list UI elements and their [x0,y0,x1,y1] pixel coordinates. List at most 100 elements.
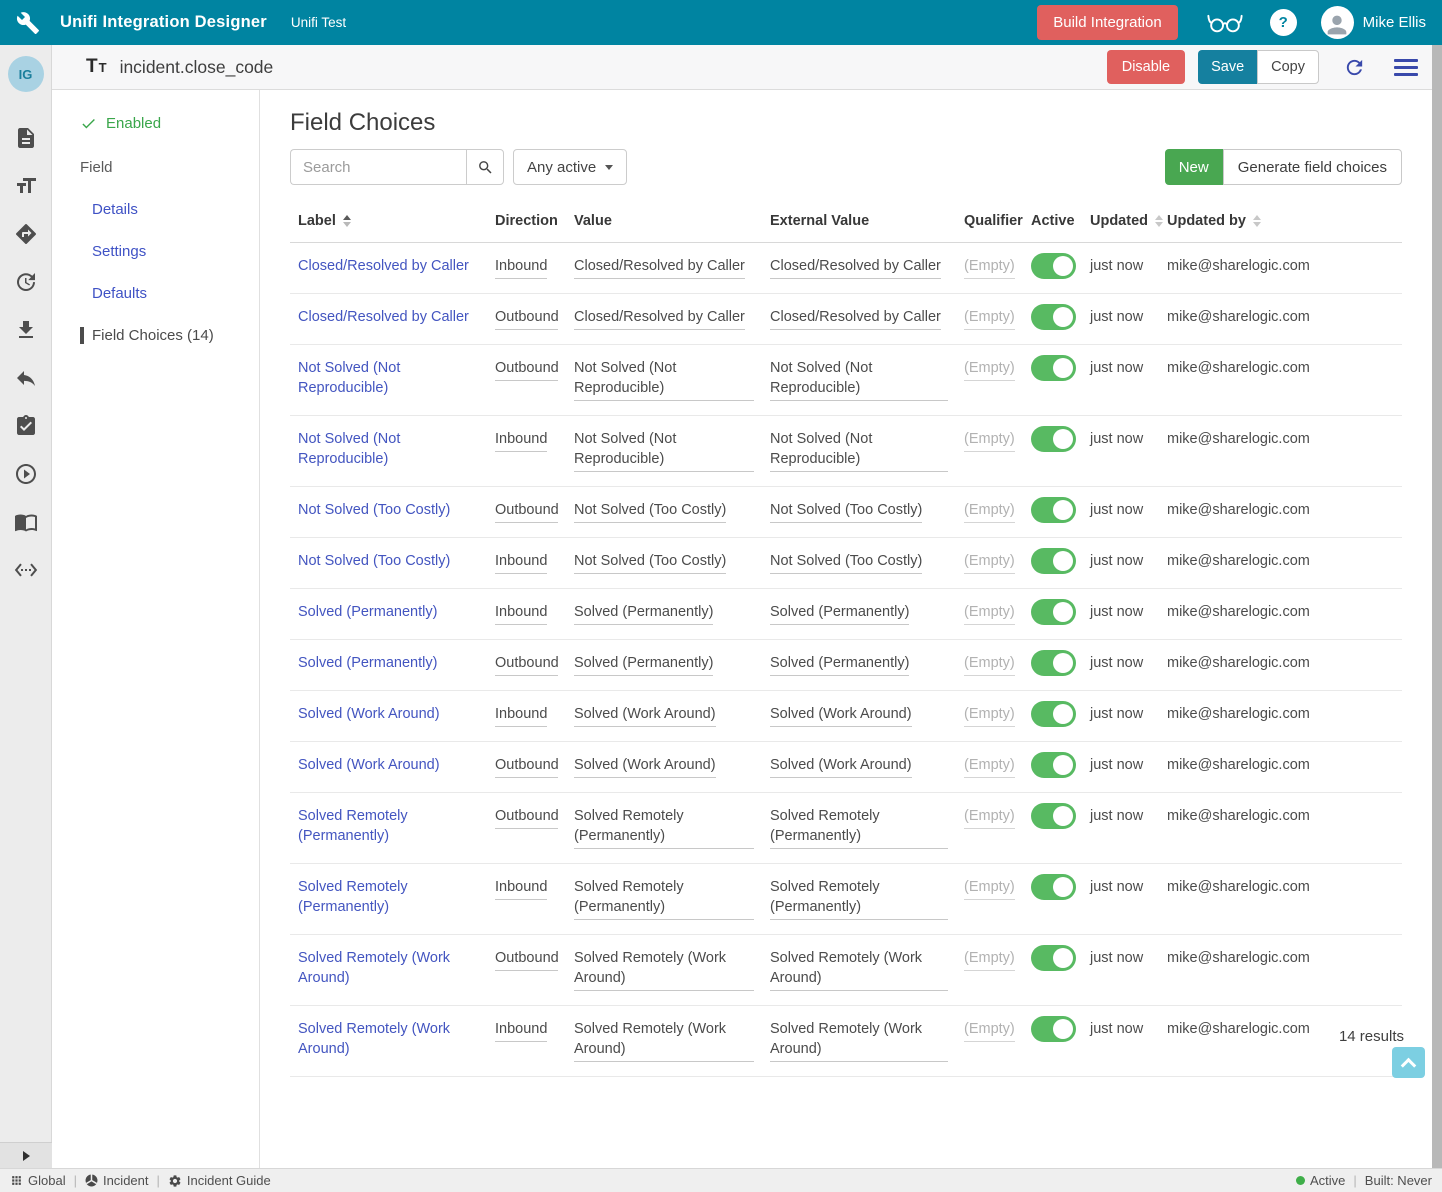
value-field[interactable]: Not Solved (Too Costly) [574,551,726,574]
scroll-to-top-button[interactable] [1392,1047,1425,1078]
active-toggle[interactable] [1031,945,1076,971]
value-field[interactable]: Solved Remotely (Permanently) [574,806,754,849]
preview-glasses-icon[interactable] [1206,12,1244,34]
sidebar-link[interactable]: Defaults [92,285,259,302]
external-value-field[interactable]: Solved (Work Around) [770,755,912,778]
value-field[interactable]: Closed/Resolved by Caller [574,307,745,330]
search-button[interactable] [466,149,504,185]
active-toggle[interactable] [1031,304,1076,330]
value-field[interactable]: Closed/Resolved by Caller [574,256,745,279]
save-button[interactable]: Save [1198,50,1257,84]
external-value-field[interactable]: Solved Remotely (Work Around) [770,948,948,991]
column-header-value[interactable]: Value [574,205,770,242]
label-link[interactable]: Solved Remotely (Work Around) [290,1006,495,1076]
qualifier-field[interactable]: (Empty) [964,256,1015,279]
label-link[interactable]: Solved (Work Around) [290,691,495,741]
column-header-active[interactable]: Active [1031,205,1090,242]
external-value-field[interactable]: Not Solved (Too Costly) [770,551,922,574]
sidebar-link[interactable]: Details [92,201,259,218]
external-value-field[interactable]: Solved (Permanently) [770,653,909,676]
column-header-updated-by[interactable]: Updated by [1167,205,1402,242]
refresh-icon[interactable] [1343,56,1366,79]
generate-field-choices-button[interactable]: Generate field choices [1223,149,1402,185]
environment-label[interactable]: Unifi Test [291,15,346,30]
sidebar-link[interactable]: Settings [92,243,259,260]
value-field[interactable]: Not Solved (Not Reproducible) [574,429,754,472]
value-field[interactable]: Solved Remotely (Permanently) [574,877,754,920]
direction-value[interactable]: Inbound [495,877,547,900]
qualifier-field[interactable]: (Empty) [964,1019,1015,1042]
qualifier-field[interactable]: (Empty) [964,877,1015,900]
direction-value[interactable]: Inbound [495,1019,547,1042]
value-field[interactable]: Solved Remotely (Work Around) [574,1019,754,1062]
search-input[interactable] [290,149,466,185]
help-icon[interactable]: ? [1270,9,1297,36]
active-toggle[interactable] [1031,497,1076,523]
direction-value[interactable]: Outbound [495,358,558,381]
direction-value[interactable]: Outbound [495,307,558,330]
user-avatar[interactable] [1321,6,1354,39]
user-name[interactable]: Mike Ellis [1363,14,1426,31]
active-toggle[interactable] [1031,803,1076,829]
label-link[interactable]: Solved (Permanently) [290,640,495,690]
statusbar-incident-guide[interactable]: Incident Guide [168,1173,271,1188]
qualifier-field[interactable]: (Empty) [964,948,1015,971]
build-integration-button[interactable]: Build Integration [1037,5,1177,40]
active-toggle[interactable] [1031,253,1076,279]
external-value-field[interactable]: Closed/Resolved by Caller [770,307,941,330]
collapse-sidebar-button[interactable] [0,1142,52,1168]
direction-value[interactable]: Inbound [495,704,547,727]
active-toggle[interactable] [1031,1016,1076,1042]
qualifier-field[interactable]: (Empty) [964,429,1015,452]
value-field[interactable]: Solved (Work Around) [574,755,716,778]
direction-value[interactable]: Inbound [495,551,547,574]
history-icon[interactable] [14,270,38,294]
play-circle-icon[interactable] [14,462,38,486]
direction-value[interactable]: Inbound [495,602,547,625]
active-toggle[interactable] [1031,426,1076,452]
external-value-field[interactable]: Solved Remotely (Permanently) [770,806,948,849]
sidebar-item-field-choices[interactable]: Field Choices (14) [80,327,259,344]
label-link[interactable]: Solved (Work Around) [290,742,495,792]
active-filter-dropdown[interactable]: Any active [513,149,627,185]
new-button[interactable]: New [1165,149,1223,185]
label-link[interactable]: Closed/Resolved by Caller [290,294,495,344]
direction-value[interactable]: Outbound [495,755,558,778]
qualifier-field[interactable]: (Empty) [964,358,1015,381]
active-toggle[interactable] [1031,701,1076,727]
code-icon[interactable] [14,558,38,582]
external-value-field[interactable]: Solved Remotely (Work Around) [770,1019,948,1062]
qualifier-field[interactable]: (Empty) [964,806,1015,829]
external-value-field[interactable]: Not Solved (Too Costly) [770,500,922,523]
active-toggle[interactable] [1031,752,1076,778]
label-link[interactable]: Not Solved (Too Costly) [290,538,495,588]
external-value-field[interactable]: Not Solved (Not Reproducible) [770,358,948,401]
qualifier-field[interactable]: (Empty) [964,500,1015,523]
external-value-field[interactable]: Solved Remotely (Permanently) [770,877,948,920]
external-value-field[interactable]: Not Solved (Not Reproducible) [770,429,948,472]
vertical-scrollbar[interactable] [1432,45,1442,1168]
menu-icon[interactable] [1394,59,1418,76]
disable-button[interactable]: Disable [1107,50,1185,84]
direction-value[interactable]: Outbound [495,806,558,829]
qualifier-field[interactable]: (Empty) [964,653,1015,676]
value-field[interactable]: Solved Remotely (Work Around) [574,948,754,991]
direction-value[interactable]: Inbound [495,256,547,279]
label-link[interactable]: Solved (Permanently) [290,589,495,639]
column-header-updated[interactable]: Updated [1090,205,1167,242]
reply-icon[interactable] [14,366,38,390]
external-value-field[interactable]: Closed/Resolved by Caller [770,256,941,279]
direction-value[interactable]: Inbound [495,429,547,452]
value-field[interactable]: Not Solved (Too Costly) [574,500,726,523]
column-header-external-value[interactable]: External Value [770,205,964,242]
external-value-field[interactable]: Solved (Work Around) [770,704,912,727]
enabled-status[interactable]: Enabled [80,115,259,132]
value-field[interactable]: Not Solved (Not Reproducible) [574,358,754,401]
value-field[interactable]: Solved (Work Around) [574,704,716,727]
qualifier-field[interactable]: (Empty) [964,602,1015,625]
value-field[interactable]: Solved (Permanently) [574,602,713,625]
active-toggle[interactable] [1031,355,1076,381]
document-icon[interactable] [14,126,38,150]
column-header-qualifier[interactable]: Qualifier [964,205,1031,242]
statusbar-incident[interactable]: Incident [85,1173,149,1188]
